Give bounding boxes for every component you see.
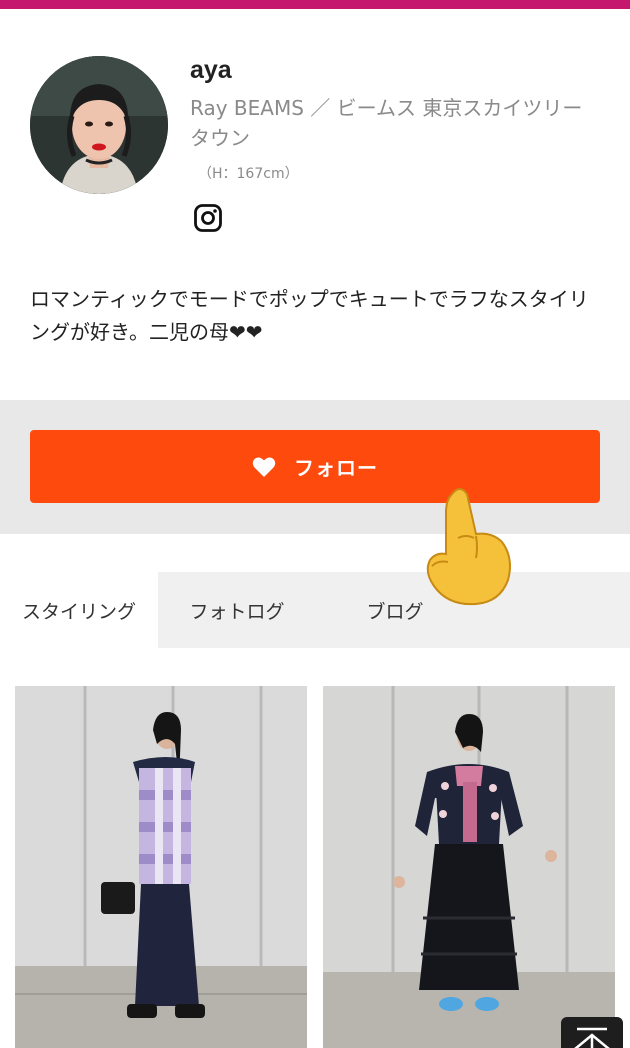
top-accent-bar [0, 0, 630, 9]
avatar-image [30, 56, 168, 194]
profile-bio: ロマンティックでモードでポップでキュートでラフなスタイリングが好き。二児の母❤❤ [30, 287, 589, 344]
styling-photo-1[interactable] [15, 686, 307, 1048]
follow-label: フォロー [294, 456, 378, 480]
scroll-to-top-button[interactable] [561, 1017, 623, 1048]
tab-bar: スタイリング フォトログ ブログ [0, 572, 630, 648]
tab-styling[interactable]: スタイリング [0, 572, 158, 648]
arrow-up-icon [574, 1027, 610, 1048]
follow-section: フォロー [0, 400, 630, 534]
instagram-icon[interactable] [193, 203, 223, 233]
shop-name[interactable]: Ray BEAMS ／ ビームス 東京スカイツリータウン [190, 93, 600, 153]
styling-photo-2[interactable] [323, 686, 615, 1048]
tab-photolog[interactable]: フォトログ [158, 572, 316, 648]
height-info: （H：167cm） [198, 166, 299, 182]
username: aya [190, 56, 232, 84]
heart-icon [252, 457, 276, 477]
pointing-hand-icon [418, 482, 516, 608]
avatar[interactable] [30, 56, 168, 194]
